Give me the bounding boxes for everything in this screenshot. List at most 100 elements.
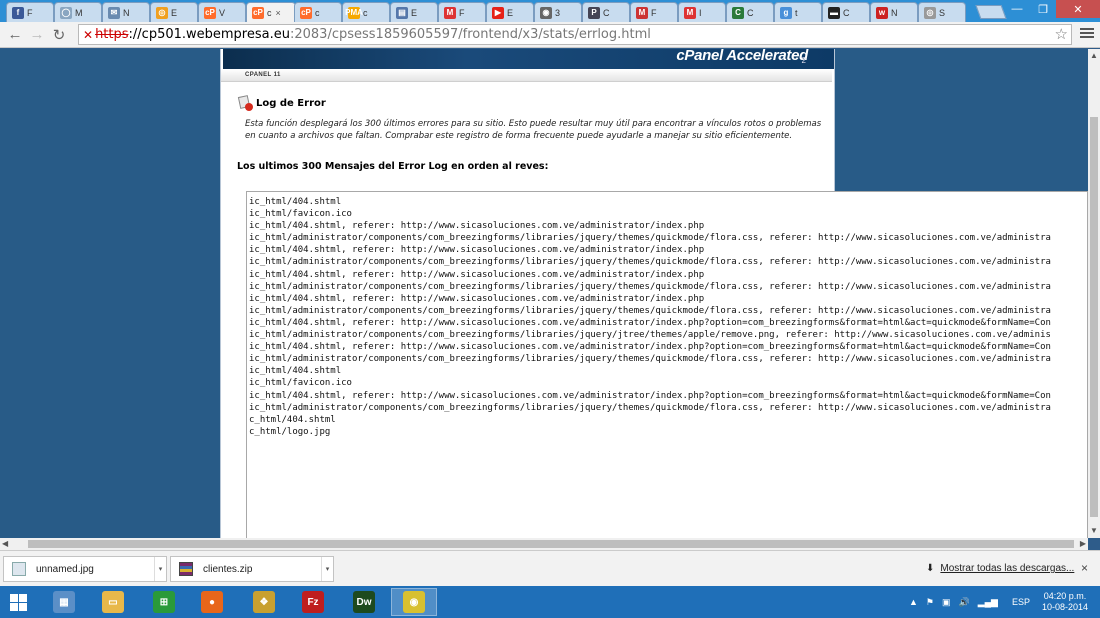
store-icon: ⊞: [153, 591, 175, 613]
cpanel-version: CPANEL 11: [245, 72, 281, 78]
scroll-up-icon[interactable]: ▲: [1088, 49, 1100, 63]
taskbar-app-chrome[interactable]: ◉: [391, 588, 437, 616]
restore-button[interactable]: ❐: [1030, 0, 1056, 18]
show-all-downloads-text: Mostrar todas las descargas...: [940, 563, 1075, 574]
page-title: Log de Error: [237, 95, 326, 111]
browser-tab[interactable]: ◉ 3: [534, 2, 582, 22]
browser-tab[interactable]: PMA c: [342, 2, 390, 22]
browser-tab[interactable]: ▤ E: [390, 2, 438, 22]
download-filename: clientes.zip: [203, 563, 253, 575]
browser-tab[interactable]: MI: [678, 2, 726, 22]
browser-tab[interactable]: wN: [870, 2, 918, 22]
action-center-icon[interactable]: ⚑: [926, 597, 934, 608]
forward-icon[interactable]: →: [26, 24, 48, 46]
browser-tab[interactable]: PC: [582, 2, 630, 22]
reload-icon[interactable]: ↻: [48, 24, 70, 46]
network-signal-icon[interactable]: ▂▄▆: [978, 597, 998, 608]
taskbar-app-firefox[interactable]: ●: [189, 588, 235, 616]
browser-toolbar: ← → ↻ ✕ https ://cp501.webempresa.eu :20…: [0, 22, 1100, 48]
vertical-scrollbar[interactable]: ▲ ▼: [1088, 49, 1100, 538]
download-menu-chevron-icon[interactable]: ▾: [154, 557, 166, 581]
browser-tab[interactable]: ◎ S: [918, 2, 966, 22]
tab-favicon-icon: g: [780, 6, 792, 19]
tray-expand-icon[interactable]: ▲: [909, 597, 918, 607]
browser-tab[interactable]: fF: [6, 2, 54, 22]
download-menu-chevron-icon[interactable]: ▾: [321, 557, 333, 581]
tab-favicon-icon: C: [732, 6, 744, 19]
log-line: ic_html/administrator/components/com_bre…: [249, 354, 1051, 365]
vertical-scroll-thumb[interactable]: [1090, 117, 1098, 517]
tab-favicon-icon: ▶: [492, 6, 504, 19]
filezilla-icon: Fz: [302, 591, 324, 613]
download-item[interactable]: unnamed.jpg ▾: [3, 556, 167, 582]
browser-tab[interactable]: cP c ×: [246, 2, 296, 22]
tab-favicon-icon: cP: [204, 6, 216, 19]
chrome-icon: ◉: [403, 591, 425, 613]
taskbar-app-file-explorer[interactable]: ▭: [90, 588, 136, 616]
address-bar[interactable]: ✕ https ://cp501.webempresa.eu :2083/cps…: [78, 24, 1072, 45]
taskbar-app-calculator[interactable]: ▦: [41, 588, 87, 616]
browser-tab[interactable]: MF: [630, 2, 678, 22]
bookmark-star-icon[interactable]: ☆: [1055, 25, 1068, 43]
browser-tab[interactable]: cP c: [294, 2, 342, 22]
log-line: ic_html/administrator/components/com_bre…: [249, 257, 1051, 268]
scroll-down-icon[interactable]: ▼: [1088, 524, 1100, 538]
taskbar-app-store[interactable]: ⊞: [141, 588, 187, 616]
browser-tab[interactable]: CC: [726, 2, 774, 22]
browser-tab[interactable]: ▬ C: [822, 2, 870, 22]
download-shelf: unnamed.jpg ▾ clientes.zip ▾ ⬇ Mostrar t…: [0, 550, 1100, 586]
tab-favicon-icon: ▤: [396, 6, 408, 19]
cpanel-banner: cPanel Accelerated 2: [223, 49, 834, 69]
download-item[interactable]: clientes.zip ▾: [170, 556, 334, 582]
log-line: ic_html/404.shtml: [249, 197, 342, 207]
url-host: ://cp501.webempresa.eu: [128, 27, 290, 42]
horizontal-scrollbar[interactable]: ◀ ▶: [0, 538, 1088, 550]
back-icon[interactable]: ←: [4, 24, 26, 46]
tab-title: S: [939, 7, 946, 18]
scroll-right-icon[interactable]: ▶: [1080, 538, 1086, 550]
taskbar-app-cubes[interactable]: ❖: [241, 588, 287, 616]
show-all-downloads-link[interactable]: ⬇ Mostrar todas las descargas...: [926, 563, 1074, 574]
taskbar-app-filezilla[interactable]: Fz: [290, 588, 336, 616]
system-clock[interactable]: 04:20 p.m. 10-08-2014: [1042, 591, 1088, 613]
insecure-lock-icon[interactable]: ✕: [83, 28, 93, 42]
cubes-icon: ❖: [253, 591, 275, 613]
taskbar-app-dreamweaver[interactable]: Dw: [341, 588, 387, 616]
tab-title: c: [315, 7, 320, 18]
tab-close-icon[interactable]: ×: [276, 8, 281, 18]
download-arrow-icon: ⬇: [926, 563, 935, 574]
new-tab-button[interactable]: [975, 5, 1007, 19]
system-tray: ▲ ⚑ ▣ 🔊 ▂▄▆ ESP 04:20 p.m. 10-08-2014: [905, 586, 1100, 618]
log-line: ic_html/favicon.ico: [249, 378, 352, 389]
calculator-icon: ▦: [53, 591, 75, 613]
tab-favicon-icon: ◎: [924, 6, 936, 19]
minimize-button[interactable]: —: [1004, 0, 1030, 18]
browser-tab[interactable]: MF: [438, 2, 486, 22]
browser-tab[interactable]: ▶ E: [486, 2, 534, 22]
close-window-button[interactable]: ✕: [1056, 0, 1100, 18]
error-log-icon: [237, 95, 253, 111]
browser-tab[interactable]: ◎ E: [150, 2, 198, 22]
windows-start-icon[interactable]: [10, 594, 28, 611]
dreamweaver-icon: Dw: [353, 591, 375, 613]
chrome-menu-icon[interactable]: [1080, 26, 1094, 40]
browser-tab[interactable]: ✉ N: [102, 2, 150, 22]
page-title-text: Log de Error: [256, 97, 326, 109]
tab-title: F: [651, 7, 657, 18]
tray-app-icon[interactable]: ▣: [942, 597, 951, 608]
browser-tab[interactable]: ◯ M: [54, 2, 102, 22]
browser-tab[interactable]: gt: [774, 2, 822, 22]
close-shelf-icon[interactable]: ×: [1081, 561, 1088, 575]
volume-icon[interactable]: 🔊: [958, 597, 969, 608]
log-line: c_html/logo.jpg: [249, 426, 331, 437]
scroll-left-icon[interactable]: ◀: [2, 538, 8, 550]
error-log-textarea[interactable]: ic_html/404.shtml ic_html/favicon.ico ic_h…: [246, 191, 1088, 538]
tab-favicon-icon: ◯: [60, 6, 72, 19]
log-lines: ic_html/404.shtml ic_html/favicon.ico ic_h…: [249, 196, 1085, 438]
tab-title: c: [267, 7, 272, 18]
browser-tab[interactable]: cP V: [198, 2, 246, 22]
language-indicator[interactable]: ESP: [1012, 597, 1030, 607]
log-line: ic_html/404.shtml, referer: http://www.s…: [249, 293, 705, 304]
horizontal-scroll-thumb[interactable]: [28, 540, 1074, 548]
tab-title: M: [75, 7, 83, 18]
